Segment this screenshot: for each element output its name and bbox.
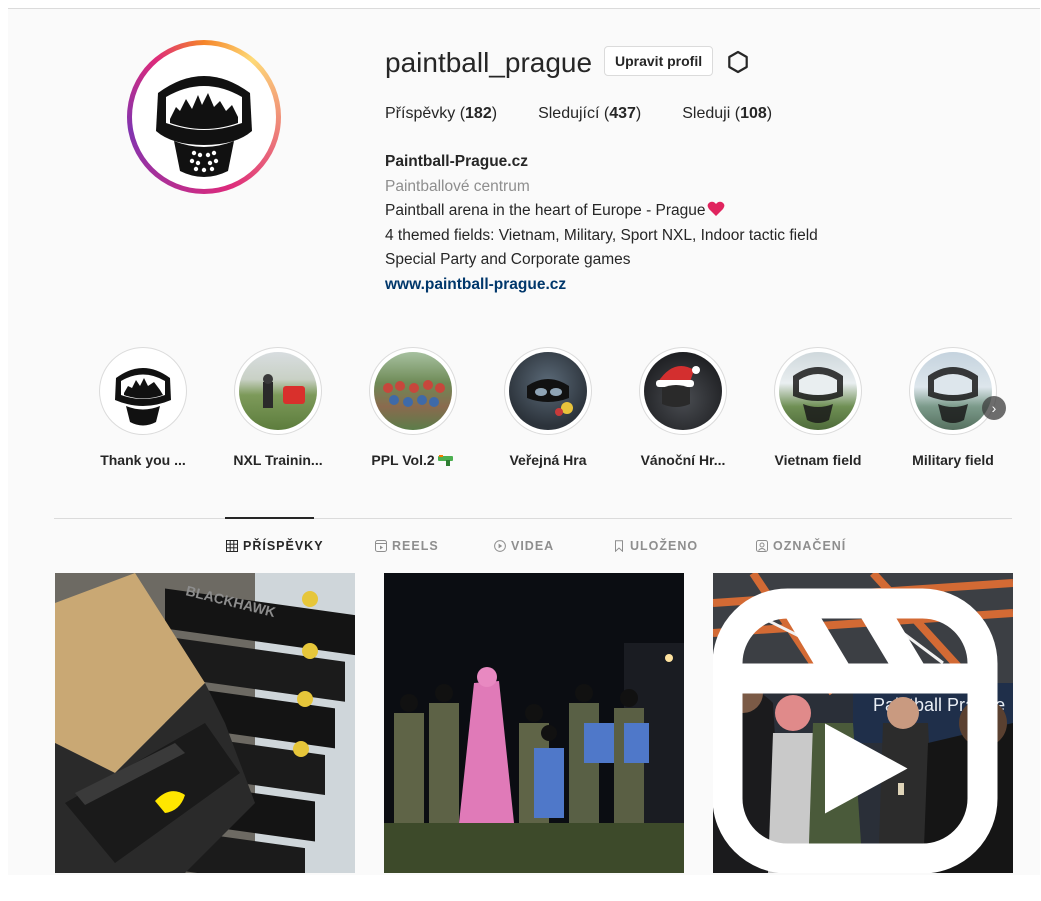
highlight-ppl-vol2[interactable]: PPL Vol.2 <box>353 347 473 468</box>
post-image-team <box>384 573 684 873</box>
highlight-verejna-hra[interactable]: Veřejná Hra <box>488 347 608 468</box>
highlight-thumb <box>793 367 843 423</box>
play-icon <box>494 540 506 552</box>
highlight-thank-you[interactable]: Thank you ... <box>83 347 203 468</box>
mask-logo-icon <box>115 368 171 426</box>
bio-line-2: 4 themed fields: Vietnam, Military, Spor… <box>385 226 818 244</box>
tab-saved[interactable]: ULOŽENO <box>613 539 698 553</box>
highlight-thumb <box>656 366 700 407</box>
reel-badge-icon <box>713 588 998 873</box>
tabs-divider <box>54 518 1012 519</box>
tab-posts[interactable]: PŘÍSPĚVKY <box>226 539 324 553</box>
stat-posts[interactable]: Příspěvky (182) <box>385 105 497 123</box>
highlight-thumb <box>928 367 978 423</box>
highlight-thumb <box>527 379 573 416</box>
bio-website-link[interactable]: www.paintball-prague.cz <box>385 273 818 298</box>
highlight-vanocni-hra[interactable]: Vánoční Hr... <box>623 347 743 468</box>
stat-followers[interactable]: Sledující (437) <box>538 105 641 123</box>
bio-name: Paintball-Prague.cz <box>385 153 528 170</box>
highlight-thumb <box>263 374 305 408</box>
next-arrow-icon[interactable]: › <box>982 396 1006 420</box>
post-thumbnail-1[interactable]: BLACKHAWK <box>55 573 355 873</box>
highlight-nxl-training[interactable]: NXL Trainin... <box>218 347 338 468</box>
settings-gear-icon[interactable] <box>726 50 750 74</box>
profile-stats: Příspěvky (182) Sledující (437) Sleduji … <box>385 105 772 123</box>
bio-line-1: Paintball arena in the heart of Europe -… <box>385 199 818 224</box>
tab-videos[interactable]: VIDEA <box>494 539 554 553</box>
highlight-vietnam-field[interactable]: Vietnam field <box>758 347 878 468</box>
tab-tagged[interactable]: OZNAČENÍ <box>756 539 846 553</box>
highlight-thumb <box>383 380 445 407</box>
tab-reels[interactable]: REELS <box>375 539 439 553</box>
profile-bio: Paintball-Prague.cz Paintballové centrum… <box>385 150 818 297</box>
profile-avatar[interactable] <box>127 40 281 194</box>
story-highlights: Thank you ... NXL Trainin... PPL Vol.2 V… <box>99 347 1019 477</box>
active-tab-indicator <box>225 517 314 519</box>
bookmark-icon <box>615 540 623 552</box>
grid-icon <box>226 540 238 552</box>
post-thumbnail-2[interactable] <box>384 573 684 873</box>
post-thumbnail-3[interactable]: Paintball Prague <box>713 573 1013 873</box>
edit-profile-button[interactable]: Upravit profil <box>604 46 714 76</box>
bio-line-3: Special Party and Corporate games <box>385 251 631 268</box>
gun-emoji-icon <box>437 455 453 466</box>
heart-icon <box>707 201 724 216</box>
post-image-box: BLACKHAWK <box>55 573 355 873</box>
bio-category: Paintballové centrum <box>385 177 530 195</box>
tag-icon <box>756 540 768 552</box>
stat-following[interactable]: Sleduji (108) <box>682 105 772 123</box>
reels-icon <box>375 540 387 552</box>
mask-logo-icon <box>156 76 252 177</box>
profile-username: paintball_prague <box>385 47 593 78</box>
